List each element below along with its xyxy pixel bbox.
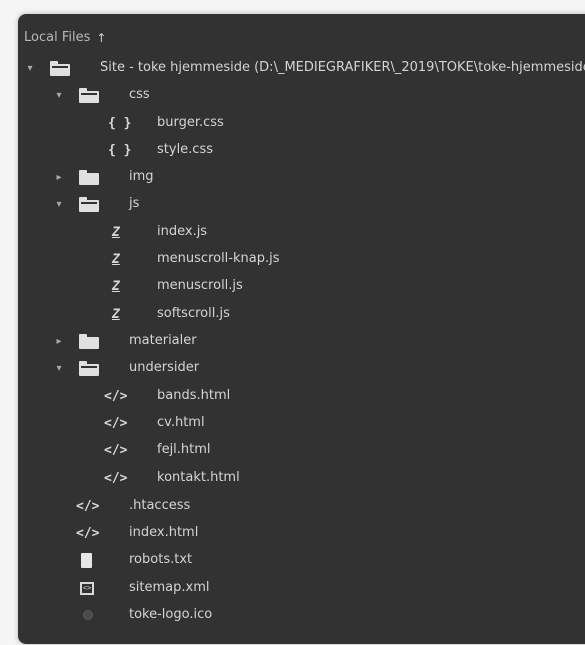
tree-item-label: menuscroll.js	[157, 278, 243, 293]
js-file-icon: Z	[112, 251, 120, 267]
xml-file-icon: <>	[80, 576, 94, 600]
css-file-icon: { }	[108, 142, 132, 158]
html-file-icon: </>	[76, 498, 100, 514]
tree-item-label: menuscroll-knap.js	[157, 251, 280, 266]
tree-item-label: cv.html	[157, 415, 205, 430]
local-files-panel: Local Files ↑ ▾ Site - toke hjemmeside (…	[18, 14, 585, 644]
js-file-icon: Z	[112, 224, 120, 240]
tree-item-label: js	[129, 196, 140, 211]
tree-item-label: Site - toke hjemmeside (D:\_MEDIEGRAFIKE…	[100, 60, 585, 75]
sort-up-arrow-icon[interactable]: ↑	[96, 31, 106, 45]
html-file-icon: </>	[104, 442, 128, 458]
chevron-down-icon[interactable]: ▾	[24, 56, 36, 80]
chevron-right-icon[interactable]: ▸	[53, 329, 65, 353]
tree-item-label: undersider	[129, 360, 200, 375]
tree-item-label: burger.css	[157, 115, 224, 130]
folder-open-icon	[79, 356, 99, 380]
css-file-icon: { }	[108, 115, 132, 131]
html-file-icon: </>	[104, 388, 128, 404]
tree-item-label: materialer	[129, 333, 197, 348]
panel-title: Local Files	[24, 30, 91, 45]
ico-file-icon	[83, 603, 93, 627]
folder-open-icon	[50, 56, 70, 80]
panel-header[interactable]: Local Files ↑	[24, 30, 106, 45]
folder-open-icon	[79, 192, 99, 216]
tree-item-label: kontakt.html	[157, 470, 240, 485]
chevron-down-icon[interactable]: ▾	[53, 356, 65, 380]
tree-item-label: .htaccess	[129, 498, 191, 513]
folder-closed-icon	[79, 329, 99, 353]
chevron-down-icon[interactable]: ▾	[53, 83, 65, 107]
tree-item-label: css	[129, 87, 150, 102]
js-file-icon: Z	[112, 278, 120, 294]
chevron-right-icon[interactable]: ▸	[53, 165, 65, 189]
text-file-icon	[81, 548, 92, 572]
folder-open-icon	[79, 83, 99, 107]
tree-item-label: toke-logo.ico	[129, 607, 213, 622]
tree-item-label: sitemap.xml	[129, 580, 210, 595]
tree-item-label: softscroll.js	[157, 306, 230, 321]
html-file-icon: </>	[76, 525, 100, 541]
tree-item-label: style.css	[157, 142, 213, 157]
tree-item-label: bands.html	[157, 388, 231, 403]
tree-item-label: img	[129, 169, 154, 184]
tree-item-label: index.js	[157, 224, 208, 239]
tree-item-label: fejl.html	[157, 442, 211, 457]
html-file-icon: </>	[104, 415, 128, 431]
html-file-icon: </>	[104, 470, 128, 486]
tree-item-label: index.html	[129, 525, 199, 540]
folder-closed-icon	[79, 165, 99, 189]
tree-item-label: robots.txt	[129, 552, 193, 567]
chevron-down-icon[interactable]: ▾	[53, 192, 65, 216]
js-file-icon: Z	[112, 306, 120, 322]
